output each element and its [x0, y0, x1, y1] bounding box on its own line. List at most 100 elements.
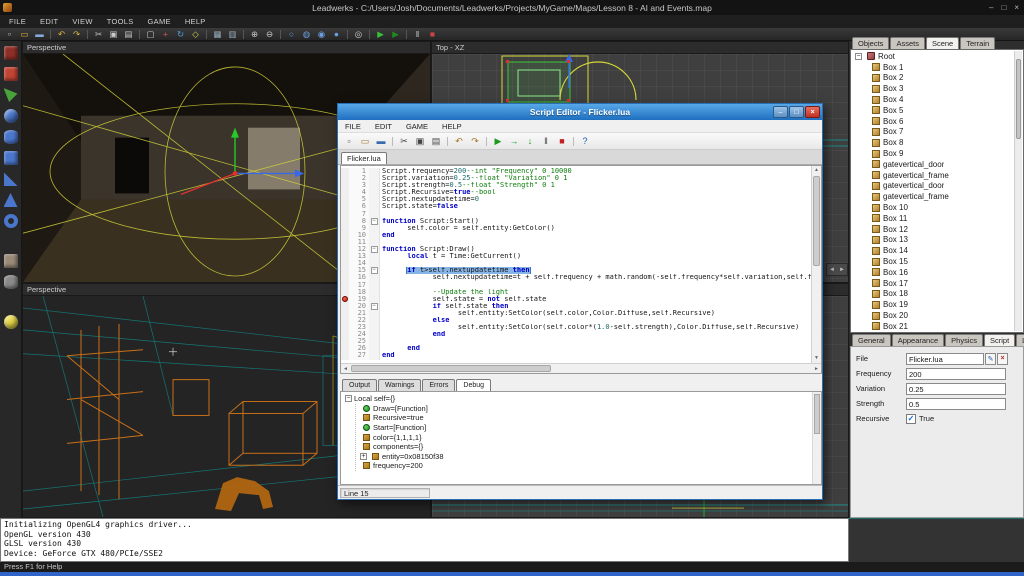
scene-item-box-18[interactable]: Box 18: [852, 289, 1014, 300]
scrollbar-thumb[interactable]: [813, 176, 820, 266]
pick-arrow-tool-icon[interactable]: [3, 88, 18, 102]
code-line-23[interactable]: 23 self.entity:SetColor(self.color*(1.0-…: [341, 323, 811, 332]
stop-script-icon[interactable]: ■: [555, 135, 569, 148]
code-line-17[interactable]: 17: [341, 281, 811, 289]
code-line-26[interactable]: 26 end: [341, 345, 811, 353]
scene-item-box-3[interactable]: Box 3: [852, 83, 1014, 94]
scene-item-box-11[interactable]: Box 11: [852, 213, 1014, 224]
panel-tab-objects[interactable]: Objects: [852, 37, 890, 49]
new-map-icon[interactable]: ▫: [3, 29, 16, 40]
code-line-19[interactable]: 19 self.state = not self.state: [341, 295, 811, 303]
panel-tab-assets[interactable]: Assets: [890, 37, 925, 49]
play-debug-icon[interactable]: ▶: [389, 29, 402, 40]
scene-item-box-20[interactable]: Box 20: [852, 310, 1014, 321]
code-line-5[interactable]: 5 Script.nextupdatetime=0: [341, 196, 811, 204]
property-input-file[interactable]: Flicker.lua: [906, 352, 984, 365]
debug-var-row[interactable]: Recursive=true: [360, 413, 821, 423]
brush-tool-icon[interactable]: [3, 67, 18, 81]
code-vertical-scrollbar[interactable]: [811, 166, 821, 363]
debug-scrollbar[interactable]: [812, 392, 821, 484]
code-line-2[interactable]: 2 Script.variation=0.25--float "Variation…: [341, 174, 811, 183]
copy-icon[interactable]: ▣: [107, 29, 120, 40]
code-line-8[interactable]: 8− function Script:Start(): [341, 217, 811, 225]
property-input-frequency[interactable]: 200: [906, 367, 1006, 380]
scroll-up-arrow[interactable]: [812, 166, 821, 175]
prop-tab-light[interactable]: Light: [1016, 334, 1024, 346]
code-line-9[interactable]: 9 self.color = self.entity:GetColor(): [341, 224, 811, 232]
grid-snap-icon[interactable]: ▦: [211, 29, 224, 40]
debug-panel[interactable]: − Local self={} Draw=[Function] Recursive=t…: [340, 391, 822, 485]
code-line-16[interactable]: 16 self.nextupdatetime=t + self.frequenc…: [341, 274, 811, 282]
stop-game-icon[interactable]: ■: [426, 29, 439, 40]
paste-icon[interactable]: ▤: [122, 29, 135, 40]
code-line-13[interactable]: 13 local t = Time:GetCurrent(): [341, 253, 811, 261]
close-button[interactable]: ×: [805, 106, 820, 118]
recursive-checkbox[interactable]: ✓: [906, 413, 916, 424]
lit-view-icon[interactable]: ●: [330, 29, 343, 40]
scroll-right-arrow[interactable]: [812, 364, 821, 373]
scene-item-gatevertical-frame[interactable]: gatevertical_frame: [852, 191, 1014, 202]
scene-root-row[interactable]: − Root: [852, 51, 1014, 62]
scrollbar-thumb[interactable]: [351, 365, 551, 372]
save-script-icon[interactable]: ▬: [374, 135, 388, 148]
prop-tab-script[interactable]: Script: [983, 334, 1016, 346]
sphere-primitive-icon[interactable]: [3, 109, 18, 123]
redo-script-icon[interactable]: ↷: [468, 135, 482, 148]
save-map-icon[interactable]: ▬: [33, 29, 46, 40]
property-input-strength[interactable]: 0.5: [906, 397, 1006, 410]
scrollbar-thumb[interactable]: [1016, 59, 1021, 139]
scene-item-box-7[interactable]: Box 7: [852, 127, 1014, 138]
solid-view-icon[interactable]: ◍: [300, 29, 313, 40]
debug-var-row[interactable]: Draw=[Function]: [360, 404, 821, 414]
scroll-down-arrow[interactable]: [812, 354, 821, 363]
code-line-15[interactable]: 15− if t>self.nextupdatetime then: [341, 267, 811, 275]
code-line-27[interactable]: 27 end: [341, 352, 811, 360]
scene-item-gatevertical-door[interactable]: gatevertical_door: [852, 181, 1014, 192]
pause-script-icon[interactable]: ‖: [539, 135, 553, 148]
step-into-icon[interactable]: ↓: [523, 135, 537, 148]
code-line-20[interactable]: 20− if self.state then: [341, 302, 811, 310]
scene-item-box-12[interactable]: Box 12: [852, 224, 1014, 235]
scene-item-box-21[interactable]: Box 21: [852, 321, 1014, 331]
rotate-tool-icon[interactable]: ↻: [174, 29, 187, 40]
asset-tool-icon[interactable]: [3, 46, 18, 60]
viewport-scroll-right[interactable]: [837, 264, 847, 275]
code-line-12[interactable]: 12− function Script:Draw(): [341, 245, 811, 254]
camera-tool-icon[interactable]: ◎: [352, 29, 365, 40]
step-over-icon[interactable]: →: [507, 135, 521, 148]
copy-script-icon[interactable]: ▣: [413, 135, 427, 148]
scale-tool-icon[interactable]: ◇: [189, 29, 202, 40]
redo-icon[interactable]: ↷: [70, 29, 83, 40]
debug-var-row[interactable]: components={}: [360, 442, 821, 452]
attachment-tool-icon[interactable]: [3, 275, 18, 289]
scene-item-box-8[interactable]: Box 8: [852, 137, 1014, 148]
maximize-button[interactable]: □: [789, 106, 804, 118]
scrollbar-thumb[interactable]: [814, 394, 820, 434]
zoom-out-icon[interactable]: ⊖: [263, 29, 276, 40]
output-tab-errors[interactable]: Errors: [422, 379, 456, 391]
output-tab-debug[interactable]: Debug: [456, 379, 492, 391]
open-script-icon[interactable]: ▭: [358, 135, 372, 148]
scene-tree-scrollbar[interactable]: [1014, 51, 1022, 331]
code-line-10[interactable]: 10 end: [341, 231, 811, 239]
cylinder-primitive-icon[interactable]: [3, 130, 18, 144]
debug-var-row[interactable]: Start=[Function]: [360, 423, 821, 433]
scene-item-box-15[interactable]: Box 15: [852, 256, 1014, 267]
scene-item-box-17[interactable]: Box 17: [852, 278, 1014, 289]
minimize-button[interactable]: –: [989, 3, 993, 12]
wireframe-view-icon[interactable]: ○: [285, 29, 298, 40]
textured-view-icon[interactable]: ◉: [315, 29, 328, 40]
code-line-6[interactable]: 6 Script.state=false: [341, 203, 811, 211]
scene-item-box-4[interactable]: Box 4: [852, 94, 1014, 105]
zoom-in-icon[interactable]: ⊕: [248, 29, 261, 40]
viewport-scroll-left[interactable]: [827, 264, 837, 275]
scene-item-box-5[interactable]: Box 5: [852, 105, 1014, 116]
se-menu-edit[interactable]: EDIT: [368, 122, 399, 131]
prop-tab-general[interactable]: General: [852, 334, 891, 346]
code-line-4[interactable]: 4 Script.Recursive=true--bool: [341, 189, 811, 197]
scene-item-box-14[interactable]: Box 14: [852, 245, 1014, 256]
script-editor-window[interactable]: Script Editor - Flicker.lua – □ × FILE EDIT…: [337, 103, 823, 500]
new-script-icon[interactable]: ▫: [342, 135, 356, 148]
prop-tab-physics[interactable]: Physics: [945, 334, 983, 346]
move-tool-icon[interactable]: +: [159, 29, 172, 40]
